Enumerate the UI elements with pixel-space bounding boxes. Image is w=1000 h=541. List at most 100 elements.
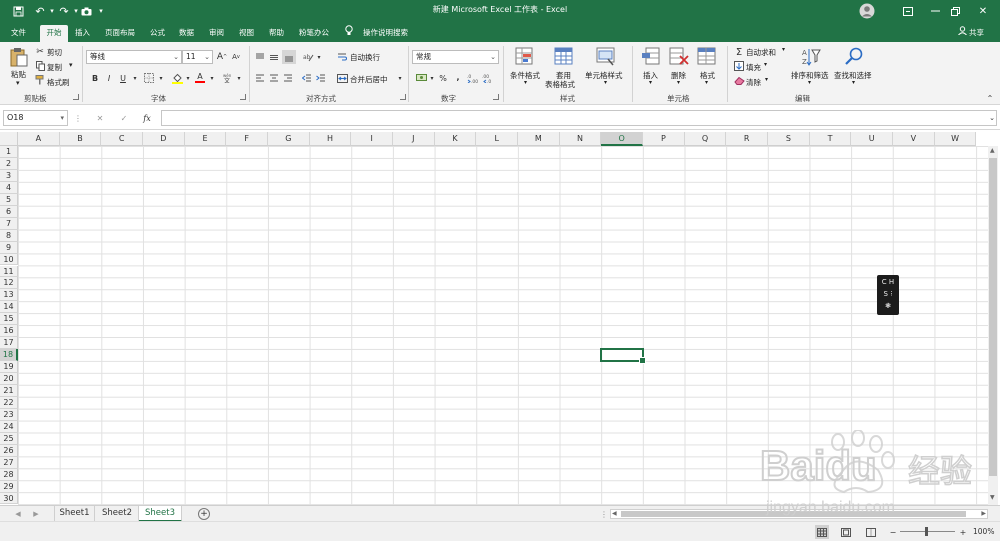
column-header-w[interactable]: W — [934, 132, 977, 146]
tell-me-search[interactable]: 操作说明搜索 — [363, 25, 408, 42]
restore-icon[interactable] — [940, 0, 970, 22]
row-header-4[interactable]: 4 — [0, 181, 18, 194]
page-layout-view-icon[interactable] — [840, 526, 852, 538]
borders-icon[interactable] — [143, 72, 155, 84]
normal-view-icon[interactable] — [815, 525, 829, 539]
select-all-corner[interactable] — [0, 132, 18, 146]
cancel-entry-icon[interactable]: ✕ — [94, 112, 106, 124]
copy-icon[interactable] — [35, 61, 45, 71]
font-color-dropdown-icon[interactable]: ▾ — [206, 72, 218, 84]
ime-toolbar[interactable]: C H S ⁝ ❃ — [877, 275, 899, 315]
top-align-icon[interactable] — [254, 51, 266, 63]
align-right-icon[interactable] — [282, 72, 294, 84]
increase-indent-icon[interactable] — [315, 72, 327, 84]
column-header-v[interactable]: V — [893, 132, 935, 146]
column-header-a[interactable]: A — [18, 132, 60, 146]
paste-icon[interactable] — [9, 47, 29, 67]
bottom-align-icon[interactable] — [282, 50, 296, 64]
number-format-select[interactable]: 常规 ⌄ — [412, 50, 499, 64]
row-header-7[interactable]: 7 — [0, 217, 18, 230]
column-header-g[interactable]: G — [268, 132, 310, 146]
scroll-up-icon[interactable]: ▲ — [990, 147, 995, 154]
format-painter-button[interactable]: 格式刷 — [47, 77, 70, 88]
align-center-icon[interactable] — [268, 72, 280, 84]
zoom-in-icon[interactable]: + — [957, 526, 969, 538]
column-header-q[interactable]: Q — [684, 132, 727, 146]
close-icon[interactable]: ✕ — [968, 0, 998, 22]
share-button[interactable]: 共享 — [969, 25, 984, 42]
row-header-13[interactable]: 13 — [0, 289, 18, 302]
phonetic-dropdown-icon[interactable]: ▾ — [233, 72, 245, 84]
format-cells-icon[interactable] — [696, 46, 718, 68]
row-header-29[interactable]: 29 — [0, 480, 18, 493]
font-name-select[interactable]: 等线 ⌄ — [86, 50, 182, 64]
row-header-17[interactable]: 17 — [0, 337, 18, 350]
column-header-h[interactable]: H — [309, 132, 352, 146]
row-header-3[interactable]: 3 — [0, 169, 18, 182]
decrease-font-size-button[interactable]: Av — [230, 51, 242, 63]
page-break-view-icon[interactable] — [865, 526, 877, 538]
row-header-16[interactable]: 16 — [0, 325, 18, 338]
fill-dropdown-icon[interactable]: ▾ — [764, 61, 767, 68]
italic-button[interactable]: I — [103, 72, 115, 84]
tab-review[interactable]: 审阅 — [209, 25, 224, 42]
zoom-level[interactable]: 100% — [973, 527, 994, 536]
sheet-tab-sheet3[interactable]: Sheet3 — [139, 506, 182, 522]
cell-styles-dropdown-icon[interactable]: ▾ — [604, 79, 607, 86]
row-header-1[interactable]: 1 — [0, 146, 18, 158]
fill-color-dropdown-icon[interactable]: ▾ — [182, 72, 194, 84]
column-header-j[interactable]: J — [393, 132, 435, 146]
row-header-23[interactable]: 23 — [0, 408, 18, 421]
add-sheet-icon[interactable]: + — [198, 508, 210, 520]
decrease-indent-icon[interactable] — [301, 72, 313, 84]
autosum-dropdown-icon[interactable]: ▾ — [782, 46, 785, 53]
tab-help[interactable]: 帮助 — [269, 25, 284, 42]
vertical-scrollbar[interactable]: ▲ ▼ — [988, 146, 998, 505]
tab-data[interactable]: 数据 — [179, 25, 194, 42]
column-header-s[interactable]: S — [768, 132, 810, 146]
merge-dropdown-icon[interactable]: ▾ — [394, 72, 406, 84]
zoom-out-icon[interactable]: − — [887, 526, 899, 538]
column-header-i[interactable]: I — [351, 132, 394, 146]
active-cell[interactable] — [600, 348, 646, 365]
bold-button[interactable]: B — [89, 72, 101, 84]
insert-cells-icon[interactable] — [640, 46, 662, 68]
row-header-14[interactable]: 14 — [0, 301, 18, 314]
eraser-icon[interactable] — [733, 74, 745, 86]
wrap-text-icon[interactable] — [336, 51, 348, 63]
conditional-dropdown-icon[interactable]: ▾ — [524, 79, 527, 86]
row-header-5[interactable]: 5 — [0, 193, 18, 206]
number-launcher-icon[interactable] — [493, 94, 499, 100]
column-header-c[interactable]: C — [101, 132, 143, 146]
scroll-right-icon[interactable]: ▶ — [981, 510, 986, 517]
tab-fenbi-office[interactable]: 粉笔办公 — [299, 25, 329, 42]
clear-dropdown-icon[interactable]: ▾ — [765, 76, 768, 83]
scroll-sheets-right-icon[interactable]: ▶ — [30, 508, 42, 520]
insert-dropdown-icon[interactable]: ▾ — [649, 79, 652, 86]
alignment-launcher-icon[interactable] — [400, 94, 406, 100]
borders-dropdown-icon[interactable]: ▾ — [155, 72, 167, 84]
underline-dropdown-icon[interactable]: ▾ — [129, 72, 141, 84]
underline-button[interactable]: U — [117, 72, 129, 84]
decrease-decimal-icon[interactable]: .00.0 — [482, 72, 494, 84]
row-header-10[interactable]: 10 — [0, 253, 18, 266]
wrap-text-button[interactable]: 自动换行 — [350, 52, 380, 63]
horizontal-scroll-thumb[interactable] — [621, 511, 966, 517]
account-avatar-icon[interactable] — [852, 0, 882, 22]
row-header-8[interactable]: 8 — [0, 229, 18, 242]
middle-align-icon[interactable] — [268, 51, 280, 63]
scroll-down-icon[interactable]: ▼ — [990, 494, 995, 501]
confirm-entry-icon[interactable]: ✓ — [118, 112, 130, 124]
row-header-2[interactable]: 2 — [0, 157, 18, 170]
copy-dropdown-icon[interactable]: ▾ — [69, 61, 73, 69]
cell-area[interactable] — [18, 146, 998, 505]
row-header-11[interactable]: 11 — [0, 265, 18, 278]
collapse-ribbon-icon[interactable]: ⌃ — [984, 92, 996, 104]
row-header-28[interactable]: 28 — [0, 468, 18, 481]
sort-dropdown-icon[interactable]: ▾ — [808, 79, 811, 86]
formula-bar-grip-icon[interactable]: ⋮ — [72, 112, 84, 124]
lightbulb-icon[interactable] — [345, 25, 353, 42]
column-header-k[interactable]: K — [434, 132, 477, 146]
clipboard-launcher-icon[interactable] — [73, 94, 79, 100]
tab-insert[interactable]: 插入 — [75, 25, 90, 42]
